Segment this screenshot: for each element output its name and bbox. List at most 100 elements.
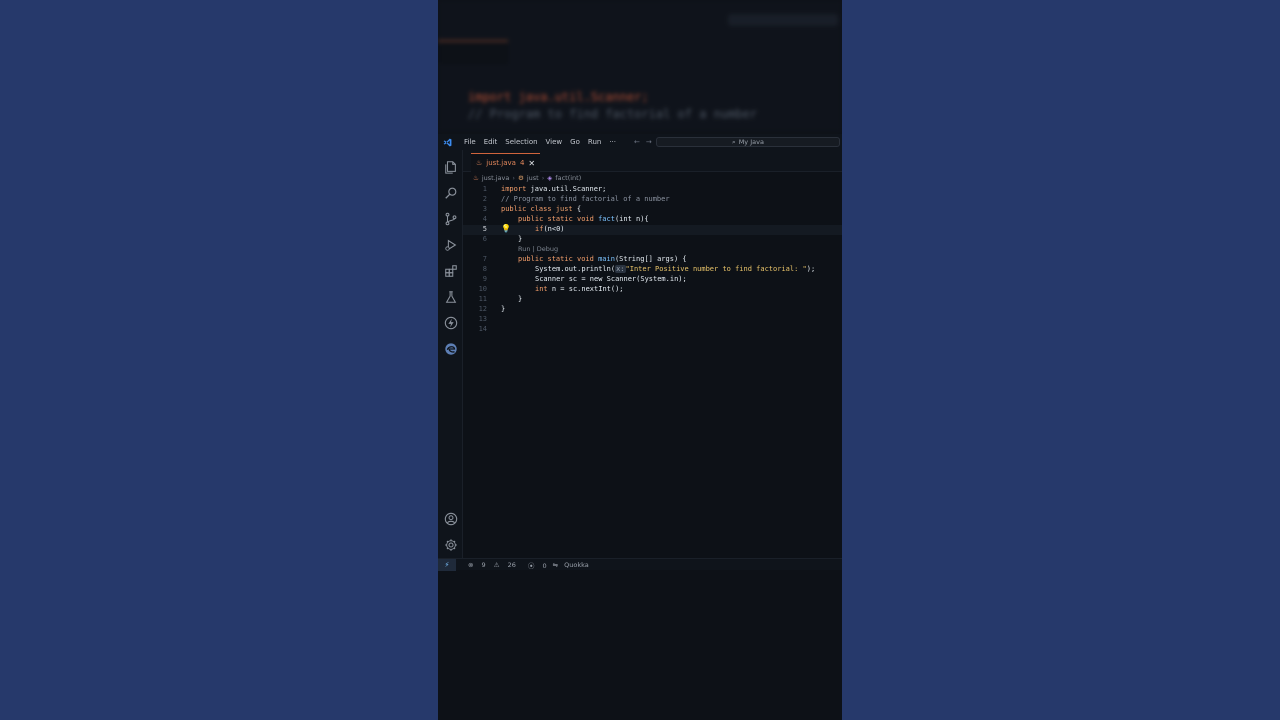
- search-icon: ⌕: [732, 137, 736, 146]
- code-text: }: [518, 235, 523, 243]
- line-number: 6: [482, 235, 487, 243]
- keyword: import: [501, 185, 527, 193]
- code-editor[interactable]: 1 2 3 4 5 6 7 8 9 10 11 12 13 14 import …: [463, 184, 842, 558]
- menu-bar: File Edit Selection View Go Run ···: [460, 138, 620, 146]
- explorer-icon[interactable]: [442, 158, 459, 175]
- code-text: n = sc.nextInt();: [547, 285, 624, 293]
- blurred-code-line-1: import java.util.Scanner;: [468, 90, 649, 104]
- nav-arrows: ←→: [634, 138, 658, 146]
- back-arrow-icon[interactable]: ←: [634, 138, 646, 146]
- code-text: System.out.println(: [535, 265, 616, 273]
- warning-count: 26: [507, 560, 516, 569]
- ports-status[interactable]: ⦿ 0: [522, 560, 547, 570]
- source-control-icon[interactable]: [442, 210, 459, 227]
- breadcrumb: ♨ just.java › ⚙ just › ◈ fact(int): [463, 172, 842, 184]
- editor-tabs: ♨ just.java 4 ✕: [463, 150, 842, 172]
- codelens-run-debug[interactable]: Run | Debug: [518, 245, 558, 253]
- code-text: }: [501, 305, 506, 313]
- menu-file[interactable]: File: [460, 138, 480, 146]
- line-number: 14: [478, 325, 487, 333]
- blurred-background-statusbar: [438, 690, 842, 720]
- menu-view[interactable]: View: [542, 138, 567, 146]
- string-literal: "Inter Positive number to find factorial…: [625, 265, 807, 273]
- menu-run[interactable]: Run: [584, 138, 605, 146]
- code-text: (int n){: [614, 215, 649, 223]
- breadcrumb-method[interactable]: fact(int): [555, 174, 581, 182]
- blurred-tab: [438, 40, 508, 64]
- code-line-3: public class just {: [501, 205, 581, 213]
- function-name: fact: [593, 215, 615, 223]
- line-number: 13: [478, 315, 487, 323]
- search-label: My Java: [738, 138, 764, 146]
- line-number: 4: [482, 215, 487, 223]
- line-number: 12: [478, 305, 487, 313]
- vscode-logo-icon: [440, 134, 454, 150]
- tab-problem-count: 4: [519, 159, 525, 167]
- code-line-11: }: [518, 295, 522, 303]
- line-number: 3: [482, 205, 487, 213]
- code-line-9: Scanner sc = new Scanner(System.in);: [535, 275, 687, 283]
- java-file-icon: ♨: [473, 174, 479, 182]
- vscode-window: File Edit Selection View Go Run ··· ←→ ⌕…: [438, 134, 842, 571]
- method-symbol-icon: ◈: [547, 174, 553, 182]
- edge-browser-icon[interactable]: [442, 340, 459, 357]
- broadcast-icon: ⦿: [527, 561, 535, 570]
- ports-count: 0: [542, 561, 547, 570]
- function-name: main: [593, 255, 615, 263]
- extensions-icon[interactable]: [442, 262, 459, 279]
- code-text: java.util.Scanner;: [526, 185, 607, 193]
- menu-selection[interactable]: Selection: [501, 138, 541, 146]
- class-symbol-icon: ⚙: [517, 174, 524, 182]
- menu-go[interactable]: Go: [566, 138, 584, 146]
- error-count: 9: [481, 560, 486, 569]
- line-number-active: 5: [482, 225, 487, 233]
- menu-edit[interactable]: Edit: [480, 138, 502, 146]
- settings-gear-icon[interactable]: [442, 536, 459, 553]
- testing-flask-icon[interactable]: [442, 288, 459, 305]
- code-text: (String[] args) {: [614, 255, 687, 263]
- lightbulb-icon[interactable]: 💡: [501, 224, 511, 233]
- errors-status[interactable]: ⊗ 9 ⚠ 26: [462, 561, 516, 569]
- run-debug-icon[interactable]: [442, 236, 459, 253]
- code-line-5: if(n<0): [535, 225, 565, 233]
- code-text: }: [518, 295, 523, 303]
- line-number: 11: [478, 295, 487, 303]
- breadcrumb-file[interactable]: just.java: [482, 174, 510, 182]
- line-number: 7: [482, 255, 487, 263]
- status-bar: ⚡ ⊗ 9 ⚠ 26 ⦿ 0 ⇋ Quokka: [438, 558, 842, 571]
- keyword: public static void: [518, 255, 594, 263]
- line-number: 8: [482, 265, 487, 273]
- code-line-10: int n = sc.nextInt();: [535, 285, 624, 293]
- breadcrumb-class[interactable]: just: [527, 174, 539, 182]
- command-center-search[interactable]: ⌕ My Java: [656, 137, 840, 147]
- tab-close-icon[interactable]: ✕: [528, 159, 535, 168]
- quokka-status[interactable]: Quokka: [564, 561, 589, 569]
- tab-just-java[interactable]: ♨ just.java 4 ✕: [471, 153, 541, 172]
- account-icon[interactable]: [442, 510, 459, 527]
- code-line-12: }: [501, 305, 505, 313]
- menu-more[interactable]: ···: [605, 138, 620, 146]
- line-number: 9: [482, 275, 487, 283]
- code-text: {: [572, 205, 582, 213]
- sync-icon[interactable]: ⇋: [553, 561, 558, 569]
- java-file-icon: ♨: [476, 159, 483, 167]
- remote-icon[interactable]: ⚡: [438, 558, 456, 571]
- line-number: 2: [482, 195, 487, 203]
- keyword: int: [535, 285, 548, 293]
- code-text: (n<0): [543, 225, 565, 233]
- code-line-6: }: [518, 235, 522, 243]
- blurred-search: [728, 14, 838, 26]
- blurred-background-editor: import java.util.Scanner; // Program to …: [438, 0, 842, 132]
- code-line-4: public static void fact(int n){: [518, 215, 649, 223]
- search-view-icon[interactable]: [442, 184, 459, 201]
- code-line-1: import java.util.Scanner;: [501, 185, 606, 193]
- code-line-8: System.out.println(x:"Inter Positive num…: [535, 265, 815, 273]
- chevron-right-icon: ›: [512, 174, 515, 182]
- quokka-lightning-icon[interactable]: [442, 314, 459, 331]
- error-icon: ⊗: [468, 560, 474, 569]
- code-text: Scanner sc = new Scanner(System.in);: [535, 275, 687, 283]
- code-text: );: [806, 265, 816, 273]
- tab-filename: just.java: [486, 159, 516, 167]
- keyword: public class: [501, 205, 552, 213]
- line-number: 1: [482, 185, 487, 193]
